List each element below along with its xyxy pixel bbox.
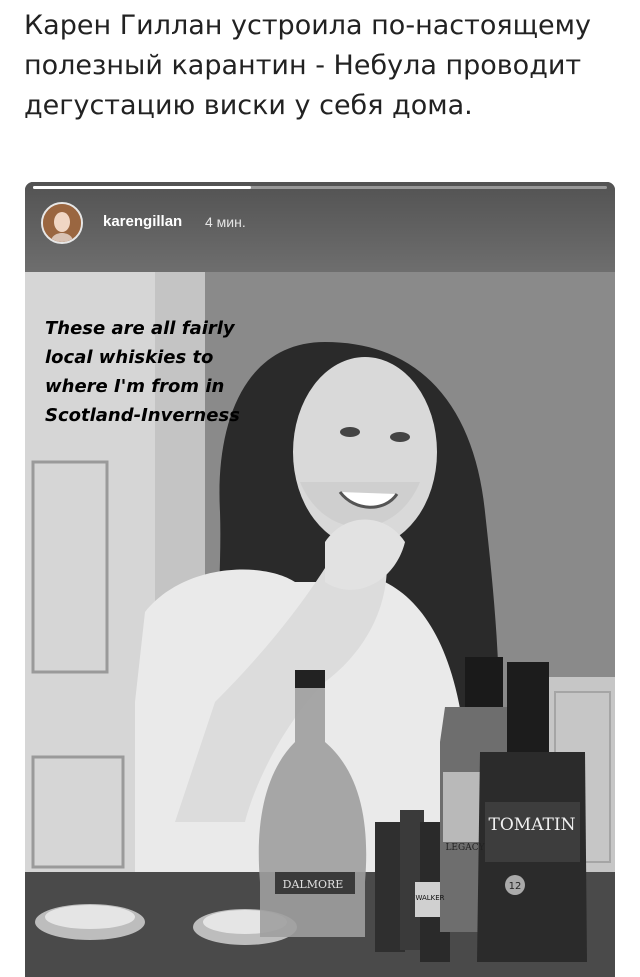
tomatin-label: TOMATIN <box>489 815 576 835</box>
caption-line: where I'm from in <box>45 376 225 397</box>
caption-line: Scotland-Inverness <box>45 405 240 426</box>
story-progress-fill <box>33 186 252 189</box>
story-username[interactable]: karengillan <box>103 213 182 230</box>
legacy-label: LEGACY <box>445 843 485 853</box>
caption-line: These are all fairly <box>45 318 235 339</box>
instagram-story[interactable]: DALMORE TOMATIN 12 LEGACY WALKER karengi… <box>25 182 615 977</box>
story-timestamp: 4 мин. <box>205 214 246 230</box>
avatar[interactable] <box>41 202 83 244</box>
dalmore-label: DALMORE <box>283 878 344 891</box>
story-progress-bar <box>33 186 607 189</box>
story-caption: These are all fairly local whiskies to w… <box>43 314 283 430</box>
caption-line: local whiskies to <box>45 347 214 368</box>
story-photo: DALMORE TOMATIN 12 LEGACY WALKER <box>25 182 615 977</box>
walker-label: WALKER <box>415 894 444 902</box>
tomatin-age-label: 12 <box>509 881 522 892</box>
avatar-image <box>43 204 81 242</box>
article-headline: Карен Гиллан устроила по-настоящему поле… <box>24 10 591 121</box>
